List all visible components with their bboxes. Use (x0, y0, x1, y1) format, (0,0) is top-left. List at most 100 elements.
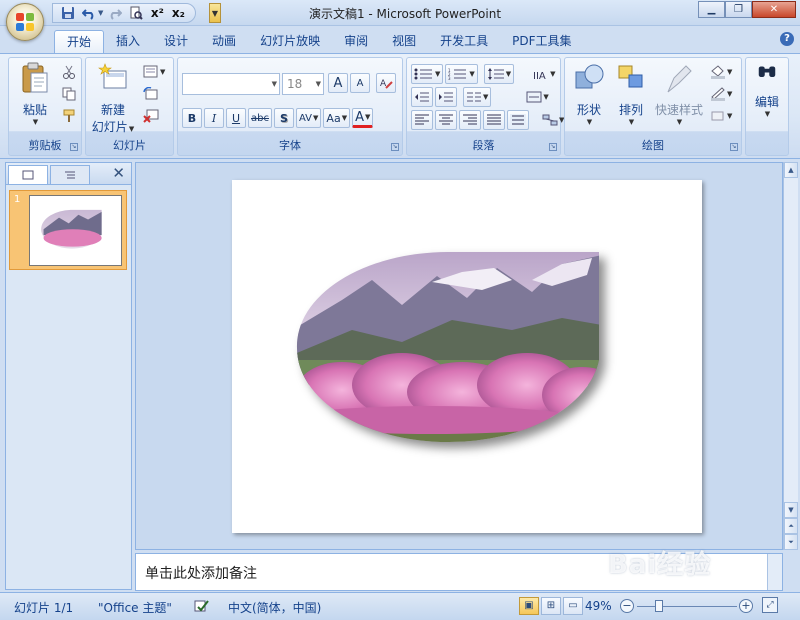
delete-slide-icon[interactable] (140, 106, 162, 126)
align-text-icon[interactable]: ▼ (523, 87, 551, 107)
grow-font-icon[interactable]: A (328, 73, 348, 93)
slide-count-status: 幻灯片 1/1 (14, 601, 74, 615)
slideshow-view-icon[interactable]: ▭ (563, 597, 583, 615)
text-direction-icon[interactable]: IIA ▼ (530, 64, 558, 84)
tab-view[interactable]: 视图 (380, 30, 428, 54)
theme-status[interactable]: "Office 主题" (98, 599, 172, 616)
close-icon[interactable]: ✕ (752, 1, 796, 18)
distributed-icon[interactable] (507, 110, 529, 130)
tab-developer[interactable]: 开发工具 (428, 30, 500, 54)
minimize-icon[interactable]: ▁ (698, 1, 725, 18)
slide-thumbnail-1[interactable]: 1 (9, 190, 127, 270)
tab-animations[interactable]: 动画 (200, 30, 248, 54)
shape-effects-icon[interactable]: ▼ (707, 106, 735, 126)
align-right-icon[interactable] (459, 110, 481, 130)
align-center-icon[interactable] (435, 110, 457, 130)
character-spacing-button[interactable]: AV ▼ (295, 108, 322, 128)
reset-slide-icon[interactable] (140, 84, 162, 104)
zoom-slider-track[interactable] (637, 606, 737, 607)
tab-insert[interactable]: 插入 (104, 30, 152, 54)
editing-dropdown-icon[interactable]: ▼ (747, 110, 788, 118)
quick-styles-button[interactable]: 快速样式 ▼ (653, 62, 705, 132)
numbering-icon[interactable]: 1 2 3 ▼ (445, 64, 478, 84)
arrange-dropdown-icon[interactable]: ▼ (610, 118, 653, 126)
spellcheck-icon[interactable] (194, 599, 210, 616)
tab-slides-thumbnails[interactable] (8, 165, 48, 184)
fit-to-window-icon[interactable]: ⤢ (762, 597, 778, 613)
copy-icon[interactable] (59, 84, 79, 104)
bold-button[interactable]: B (182, 108, 202, 128)
tab-review[interactable]: 审阅 (332, 30, 380, 54)
pane-close-icon[interactable]: ✕ (112, 164, 125, 182)
slide-vertical-scrollbar[interactable]: ▲ ▼ ⏶ ⏷ (783, 162, 798, 550)
cut-icon[interactable] (59, 62, 79, 82)
slide-picture-teardrop-icon[interactable] (232, 180, 702, 533)
group-slides: 新建 幻灯片▼ ▼ 幻灯片 (85, 57, 174, 156)
format-painter-icon[interactable] (59, 106, 79, 126)
scroll-up-icon[interactable]: ▲ (784, 162, 798, 178)
decrease-indent-icon[interactable] (411, 87, 433, 107)
shape-fill-icon[interactable]: ▼ (707, 62, 735, 82)
columns-icon[interactable]: ▼ (463, 87, 492, 107)
clipboard-launcher-icon[interactable]: ↘ (70, 143, 78, 151)
arrange-button[interactable]: 排列 ▼ (609, 62, 653, 132)
clear-formatting-icon[interactable]: A (376, 73, 396, 93)
tab-home[interactable]: 开始 (54, 30, 105, 54)
zoom-out-icon[interactable]: − (620, 599, 634, 613)
new-slide-dropdown-icon[interactable]: ▼ (129, 125, 134, 133)
quick-styles-dropdown-icon[interactable]: ▼ (654, 118, 705, 126)
tab-pdf-tools[interactable]: PDF工具集 (500, 30, 583, 54)
slides-tab-icon (22, 170, 34, 180)
scroll-down-icon[interactable]: ▼ (784, 502, 798, 518)
editing-label: 编辑 (754, 95, 779, 109)
slide-canvas[interactable] (232, 180, 702, 533)
quick-styles-label: 快速样式 (654, 103, 703, 117)
previous-slide-icon[interactable]: ⏶ (784, 518, 798, 534)
shapes-button[interactable]: 形状 ▼ (567, 62, 611, 132)
zoom-level[interactable]: 49% (585, 599, 612, 613)
underline-button[interactable]: U (226, 108, 246, 128)
italic-button[interactable]: I (204, 108, 224, 128)
shrink-font-icon[interactable]: A (350, 73, 370, 93)
tab-design[interactable]: 设计 (152, 30, 200, 54)
paragraph-launcher-icon[interactable]: ↘ (549, 143, 557, 151)
font-size-dropdown-icon[interactable]: ▼ (316, 80, 321, 88)
shape-outline-icon[interactable]: ▼ (707, 84, 735, 104)
group-drawing: 形状 ▼ 排列 ▼ 快速样式 ▼ ▼ ▼ ▼ 绘图 ↘ (564, 57, 742, 156)
font-color-button[interactable]: A ▼ (352, 108, 374, 128)
normal-view-icon[interactable]: ▣ (519, 597, 539, 615)
font-launcher-icon[interactable]: ↘ (391, 143, 399, 151)
slide-sorter-view-icon[interactable]: ⊞ (541, 597, 561, 615)
zoom-slider-thumb[interactable] (655, 600, 663, 612)
editing-button[interactable]: 编辑 ▼ (746, 62, 788, 132)
align-left-icon[interactable] (411, 110, 433, 130)
new-slide-button[interactable]: 新建 幻灯片▼ (88, 62, 138, 134)
zoom-in-icon[interactable]: + (739, 599, 753, 613)
font-size-combo[interactable]: 18 ▼ (282, 73, 324, 95)
next-slide-icon[interactable]: ⏷ (784, 534, 798, 550)
paste-button[interactable]: 粘贴 ▼ (13, 62, 57, 132)
language-status[interactable]: 中文(简体，中国) (228, 599, 321, 616)
change-case-button[interactable]: Aa ▼ (323, 108, 351, 128)
workspace: ✕ 1 单击此处添加备注 (0, 160, 800, 592)
justify-icon[interactable] (483, 110, 505, 130)
tab-outline[interactable] (50, 165, 90, 184)
text-shadow-button[interactable]: S (273, 108, 294, 128)
restore-icon[interactable]: ❐ (725, 1, 752, 18)
ribbon-tabs: 开始 插入 设计 动画 幻灯片放映 审阅 视图 开发工具 PDF工具集 ? (0, 26, 800, 54)
paste-dropdown-icon[interactable]: ▼ (14, 118, 57, 126)
line-spacing-icon[interactable]: ▼ (483, 64, 515, 84)
group-font-label: 字体 (279, 139, 301, 152)
font-name-dropdown-icon[interactable]: ▼ (272, 80, 277, 88)
layout-icon[interactable]: ▼ (140, 62, 168, 82)
office-button[interactable] (6, 3, 44, 41)
bullets-icon[interactable]: ▼ (411, 64, 444, 84)
shapes-dropdown-icon[interactable]: ▼ (568, 118, 611, 126)
strikethrough-button[interactable]: abc (248, 108, 272, 128)
notes-scrollbar[interactable] (767, 554, 782, 590)
tab-slideshow[interactable]: 幻灯片放映 (248, 30, 332, 54)
font-name-combo[interactable]: ▼ (182, 73, 280, 95)
drawing-launcher-icon[interactable]: ↘ (730, 143, 738, 151)
increase-indent-icon[interactable] (435, 87, 457, 107)
help-icon[interactable]: ? (780, 32, 794, 46)
